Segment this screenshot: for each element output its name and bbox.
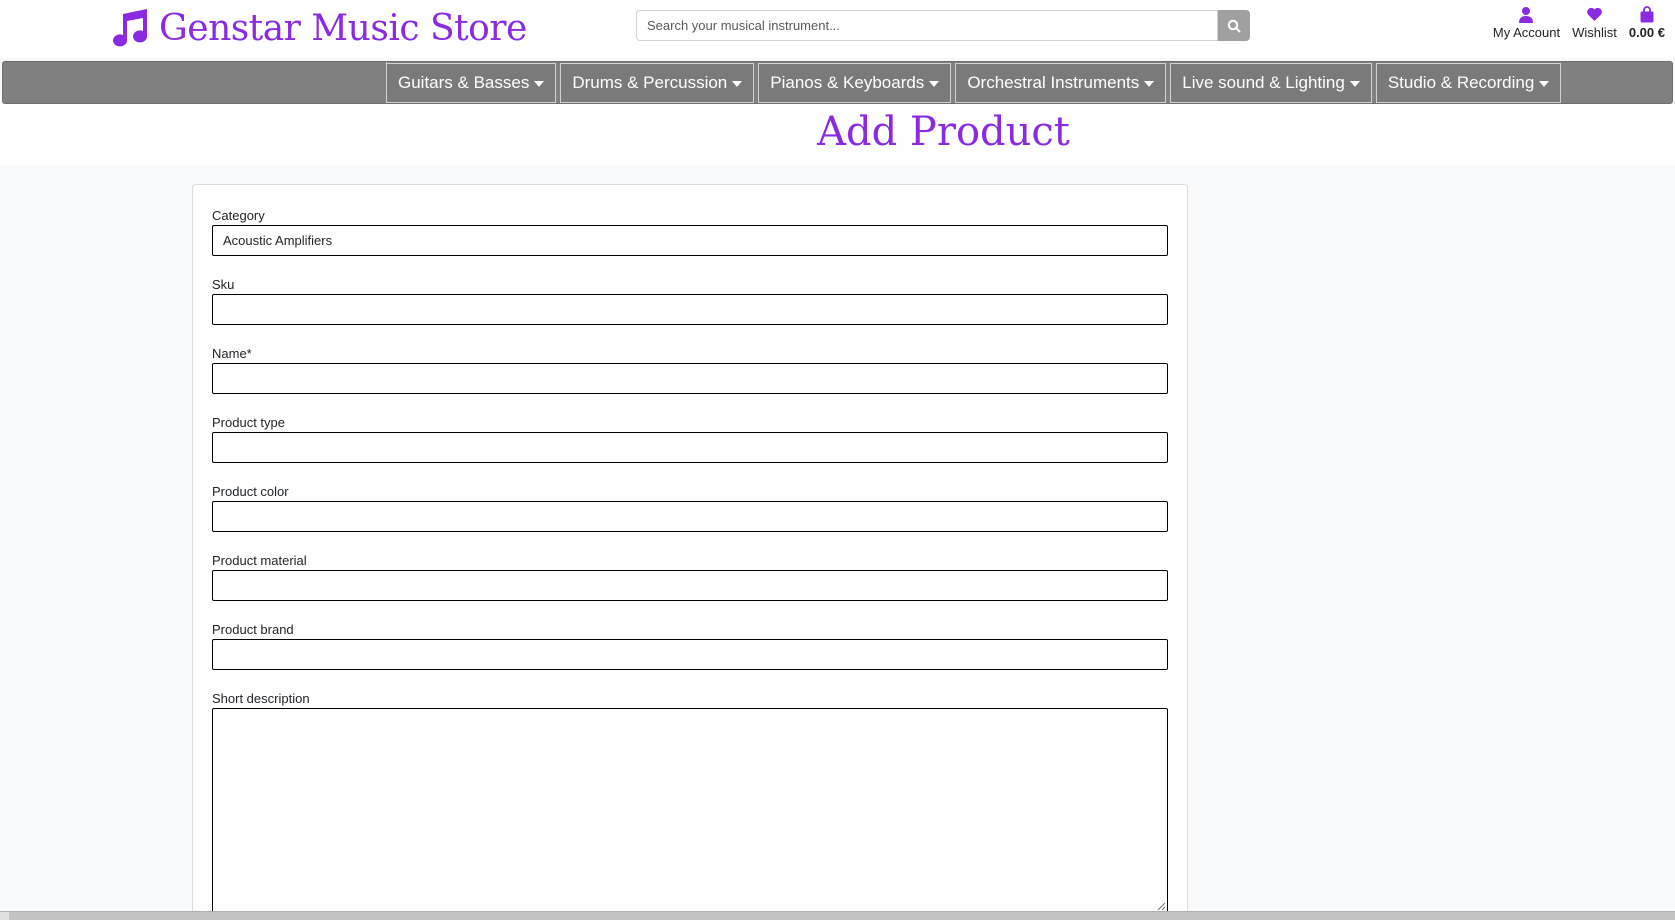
product-type-label: Product type bbox=[212, 415, 285, 430]
site-header: Genstar Music Store My Account Wishlist bbox=[0, 0, 1675, 58]
nav-live-sound-lighting[interactable]: Live sound & Lighting bbox=[1170, 63, 1372, 103]
page-title: Add Product bbox=[817, 109, 1070, 155]
nav-pianos-keyboards[interactable]: Pianos & Keyboards bbox=[758, 63, 952, 103]
page-title-band: Add Product bbox=[0, 104, 1675, 165]
search-button[interactable] bbox=[1218, 10, 1250, 41]
caret-down-icon bbox=[929, 81, 940, 87]
search-icon bbox=[1227, 19, 1241, 33]
music-note-icon bbox=[113, 9, 148, 47]
product-color-field: Product color bbox=[212, 483, 1168, 532]
nav-label: Orchestral Instruments bbox=[967, 73, 1140, 92]
search-form bbox=[636, 10, 1250, 41]
nav-label: Pianos & Keyboards bbox=[770, 73, 925, 92]
sku-input[interactable] bbox=[212, 294, 1168, 325]
name-field: Name* bbox=[212, 345, 1168, 394]
brand-name: Genstar Music Store bbox=[159, 7, 527, 49]
caret-down-icon bbox=[1349, 81, 1360, 87]
caret-down-icon bbox=[1144, 81, 1155, 87]
scroll-left-arrow[interactable] bbox=[0, 912, 9, 920]
nav-label: Live sound & Lighting bbox=[1182, 73, 1345, 92]
user-icon bbox=[1519, 7, 1534, 23]
add-product-form: Category Acoustic Amplifiers Sku Name* P… bbox=[192, 184, 1188, 920]
resize-grip-icon[interactable] bbox=[1156, 901, 1166, 911]
header-actions: My Account Wishlist 0.00 € bbox=[1493, 6, 1665, 40]
wishlist-label: Wishlist bbox=[1572, 25, 1617, 40]
short-description-field: Short description bbox=[212, 690, 1168, 913]
product-type-input[interactable] bbox=[212, 432, 1168, 463]
horizontal-scrollbar[interactable] bbox=[0, 911, 1675, 920]
category-field: Category Acoustic Amplifiers bbox=[212, 207, 1168, 256]
nav-label: Studio & Recording bbox=[1387, 73, 1535, 92]
product-brand-label: Product brand bbox=[212, 622, 294, 637]
shopping-bag-icon bbox=[1640, 6, 1654, 23]
product-color-input[interactable] bbox=[212, 501, 1168, 532]
nav-menu: Guitars & Basses Drums & Percussion Pian… bbox=[386, 63, 1562, 103]
product-material-field: Product material bbox=[212, 552, 1168, 601]
nav-label: Guitars & Basses bbox=[398, 73, 530, 92]
wishlist-link[interactable]: Wishlist bbox=[1572, 6, 1617, 40]
category-label: Category bbox=[212, 208, 265, 223]
caret-down-icon bbox=[732, 81, 743, 87]
nav-studio-recording[interactable]: Studio & Recording bbox=[1375, 63, 1562, 103]
name-label: Name* bbox=[212, 346, 252, 361]
caret-down-icon bbox=[1539, 81, 1550, 87]
category-select[interactable]: Acoustic Amplifiers bbox=[212, 225, 1168, 256]
my-account-label: My Account bbox=[1492, 25, 1561, 40]
name-input[interactable] bbox=[212, 363, 1168, 394]
main-navbar: Guitars & Basses Drums & Percussion Pian… bbox=[2, 61, 1673, 104]
nav-orchestral-instruments[interactable]: Orchestral Instruments bbox=[955, 63, 1167, 103]
product-brand-input[interactable] bbox=[212, 639, 1168, 670]
short-description-textarea[interactable] bbox=[212, 708, 1168, 913]
cart-total: 0.00 € bbox=[1628, 25, 1665, 40]
sku-label: Sku bbox=[212, 277, 235, 292]
product-material-label: Product material bbox=[212, 553, 307, 568]
product-brand-field: Product brand bbox=[212, 621, 1168, 670]
product-color-label: Product color bbox=[212, 484, 289, 499]
my-account-link[interactable]: My Account bbox=[1493, 6, 1560, 40]
cart-link[interactable]: 0.00 € bbox=[1629, 6, 1665, 40]
nav-label: Drums & Percussion bbox=[572, 73, 728, 92]
nav-guitars-basses[interactable]: Guitars & Basses bbox=[386, 63, 557, 103]
caret-down-icon bbox=[534, 81, 545, 87]
sku-field: Sku bbox=[212, 276, 1168, 325]
product-type-field: Product type bbox=[212, 414, 1168, 463]
short-description-label: Short description bbox=[212, 691, 310, 706]
search-input[interactable] bbox=[636, 10, 1218, 41]
brand-logo-link[interactable]: Genstar Music Store bbox=[109, 6, 527, 50]
nav-drums-percussion[interactable]: Drums & Percussion bbox=[560, 63, 755, 103]
category-selected-value: Acoustic Amplifiers bbox=[223, 233, 333, 248]
heart-icon bbox=[1587, 7, 1602, 21]
product-material-input[interactable] bbox=[212, 570, 1168, 601]
